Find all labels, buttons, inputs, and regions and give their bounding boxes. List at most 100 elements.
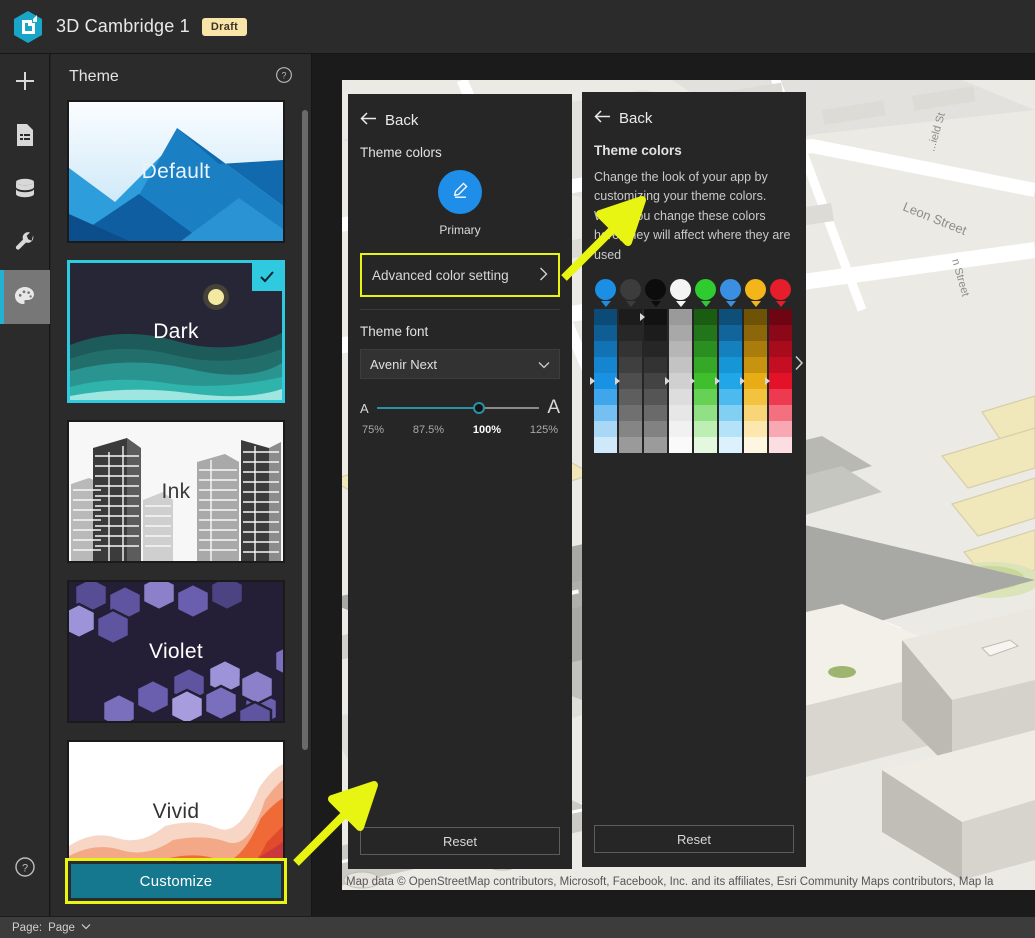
- color-ramp-yellow[interactable]: [740, 308, 767, 453]
- ramp-cell[interactable]: [769, 436, 792, 453]
- ramp-cell[interactable]: [694, 420, 717, 437]
- ramp-cell[interactable]: [744, 388, 767, 405]
- font-size-tick[interactable]: 75%: [362, 424, 384, 436]
- ramp-cell[interactable]: [744, 356, 767, 373]
- theme-card-violet[interactable]: Violet: [67, 580, 285, 723]
- color-ramp-cyan-blue[interactable]: [715, 308, 742, 453]
- ramp-cell[interactable]: [594, 372, 617, 389]
- ramp-cell[interactable]: [694, 340, 717, 357]
- ramp-cell[interactable]: [744, 340, 767, 357]
- ramp-cell[interactable]: [594, 420, 617, 437]
- font-size-tick[interactable]: 87.5%: [413, 424, 444, 436]
- ramp-cell[interactable]: [619, 404, 642, 421]
- primary-color-control[interactable]: Primary: [360, 170, 560, 237]
- font-size-slider[interactable]: [376, 400, 540, 416]
- color-swatch-gray[interactable]: [619, 278, 642, 307]
- ramp-cell[interactable]: [719, 436, 742, 453]
- ramp-cell[interactable]: [719, 324, 742, 341]
- ramp-cell[interactable]: [769, 388, 792, 405]
- sidebar-item-data[interactable]: [0, 162, 50, 216]
- color-ramp-green[interactable]: [690, 308, 717, 453]
- color-swatch-cyan-blue[interactable]: [719, 278, 742, 307]
- color-swatch-red[interactable]: [769, 278, 792, 307]
- color-dot[interactable]: [770, 278, 791, 300]
- ramp-cell[interactable]: [669, 356, 692, 373]
- ramp-cell[interactable]: [719, 340, 742, 357]
- color-swatch-black[interactable]: [644, 278, 667, 307]
- slider-thumb[interactable]: [473, 402, 486, 414]
- ramp-cell[interactable]: [594, 404, 617, 421]
- ramp-cell[interactable]: [619, 340, 642, 357]
- ramp-cell[interactable]: [669, 324, 692, 341]
- ramp-cell[interactable]: [694, 404, 717, 421]
- theme-card-default[interactable]: Default: [67, 100, 285, 243]
- ramp-cell[interactable]: [619, 324, 642, 341]
- ramp-cell[interactable]: [769, 404, 792, 421]
- ramp-cell[interactable]: [694, 356, 717, 373]
- theme-card-dark[interactable]: Dark: [67, 260, 285, 403]
- ramp-cell[interactable]: [744, 404, 767, 421]
- help-button[interactable]: ?: [0, 846, 50, 892]
- color-swatch-white[interactable]: [669, 278, 692, 307]
- back-button[interactable]: Back: [594, 92, 794, 143]
- ramp-cell[interactable]: [694, 388, 717, 405]
- theme-list-scrollbar[interactable]: [302, 110, 308, 750]
- ramp-cell[interactable]: [594, 340, 617, 357]
- ramp-cell[interactable]: [669, 420, 692, 437]
- sidebar-item-page[interactable]: [0, 108, 50, 162]
- ramp-cell[interactable]: [619, 372, 642, 389]
- color-ramp-black[interactable]: [640, 308, 667, 453]
- color-swatch-blue[interactable]: [594, 278, 617, 307]
- ramp-cell[interactable]: [769, 308, 792, 325]
- color-dot[interactable]: [695, 278, 716, 300]
- sidebar-item-add[interactable]: [0, 54, 50, 108]
- color-ramp-blue[interactable]: [590, 308, 617, 453]
- ramp-cell[interactable]: [619, 388, 642, 405]
- ramp-cell[interactable]: [769, 324, 792, 341]
- ramp-cell[interactable]: [669, 388, 692, 405]
- ramp-cell[interactable]: [669, 404, 692, 421]
- color-swatch-green[interactable]: [694, 278, 717, 307]
- ramp-cell[interactable]: [769, 372, 792, 389]
- color-ramp-gray[interactable]: [615, 308, 642, 453]
- customize-button[interactable]: Customize: [71, 864, 281, 898]
- ramp-cell[interactable]: [744, 308, 767, 325]
- ramp-cell[interactable]: [644, 340, 667, 357]
- ramp-cell[interactable]: [719, 308, 742, 325]
- help-icon[interactable]: ?: [275, 66, 293, 89]
- ramp-cell[interactable]: [594, 436, 617, 453]
- ramp-cell[interactable]: [644, 388, 667, 405]
- ramp-cell[interactable]: [644, 308, 667, 325]
- advanced-color-setting-button[interactable]: Advanced color setting: [364, 257, 556, 293]
- font-size-slider-row[interactable]: A A: [360, 397, 560, 419]
- ramp-cell[interactable]: [619, 436, 642, 453]
- reset-button[interactable]: Reset: [594, 825, 794, 853]
- ramp-cell[interactable]: [594, 324, 617, 341]
- ramp-cell[interactable]: [744, 324, 767, 341]
- ramp-cell[interactable]: [744, 420, 767, 437]
- font-size-tick-active[interactable]: 100%: [473, 424, 501, 436]
- ramp-cell[interactable]: [769, 356, 792, 373]
- theme-font-select[interactable]: Avenir Next: [360, 349, 560, 379]
- ramp-cell[interactable]: [594, 388, 617, 405]
- color-dot[interactable]: [670, 278, 691, 300]
- ramp-cell[interactable]: [644, 404, 667, 421]
- ramp-cell[interactable]: [619, 356, 642, 373]
- ramp-cell[interactable]: [669, 436, 692, 453]
- ramp-cell[interactable]: [719, 388, 742, 405]
- color-dot[interactable]: [595, 278, 616, 300]
- ramp-cell[interactable]: [719, 356, 742, 373]
- color-dot[interactable]: [645, 278, 666, 300]
- ramp-cell[interactable]: [644, 324, 667, 341]
- ramp-cell[interactable]: [644, 372, 667, 389]
- page-selector-value[interactable]: Page: [48, 922, 75, 934]
- ramp-cell[interactable]: [744, 436, 767, 453]
- color-dot[interactable]: [745, 278, 766, 300]
- ramp-cell[interactable]: [719, 372, 742, 389]
- ramp-cell[interactable]: [694, 372, 717, 389]
- color-swatch-yellow[interactable]: [744, 278, 767, 307]
- ramp-cell[interactable]: [719, 420, 742, 437]
- theme-card-ink[interactable]: Ink: [67, 420, 285, 563]
- ramp-cell[interactable]: [644, 356, 667, 373]
- ramp-cell[interactable]: [594, 356, 617, 373]
